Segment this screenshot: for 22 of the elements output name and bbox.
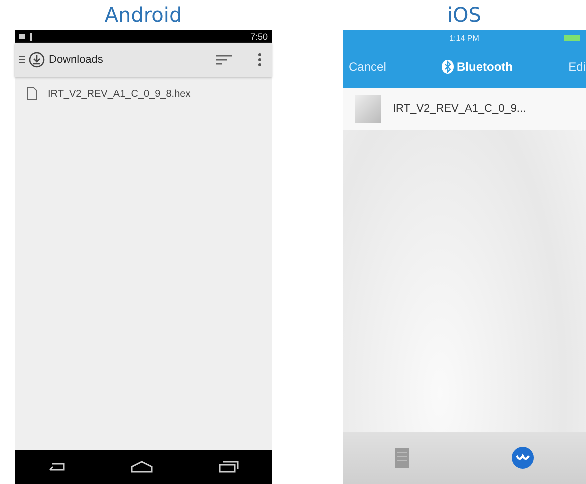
recents-icon[interactable] bbox=[219, 461, 240, 473]
home-icon[interactable] bbox=[131, 461, 154, 473]
tab-icon[interactable] bbox=[511, 446, 536, 470]
overflow-menu-icon[interactable] bbox=[258, 53, 262, 67]
menu-icon[interactable] bbox=[19, 55, 25, 65]
file-name: IRT_V2_REV_A1_C_0_9_8.hex bbox=[48, 88, 191, 100]
bluetooth-icon bbox=[442, 60, 454, 74]
download-icon bbox=[29, 52, 45, 68]
file-thumbnail bbox=[355, 95, 381, 123]
sort-icon[interactable] bbox=[216, 55, 232, 65]
bluetooth-logo: Bluetooth bbox=[442, 60, 513, 74]
status-time: 1:14 PM bbox=[450, 34, 480, 42]
caption: iOS bbox=[446, 2, 482, 29]
file-icon bbox=[27, 87, 38, 101]
file-row[interactable]: IRT_V2_REV_A1_C_0_9... bbox=[343, 88, 586, 130]
caption: Android bbox=[104, 2, 184, 29]
back-icon[interactable] bbox=[48, 462, 66, 472]
battery-icon bbox=[564, 35, 582, 41]
file-row[interactable]: IRT_V2_REV_A1_C_0_9_8.hex bbox=[15, 77, 272, 111]
status-time: 7:50 bbox=[250, 32, 268, 42]
toolbar-title: Downloads bbox=[49, 54, 104, 66]
file-name: IRT_V2_REV_A1_C_0_9... bbox=[393, 103, 526, 115]
